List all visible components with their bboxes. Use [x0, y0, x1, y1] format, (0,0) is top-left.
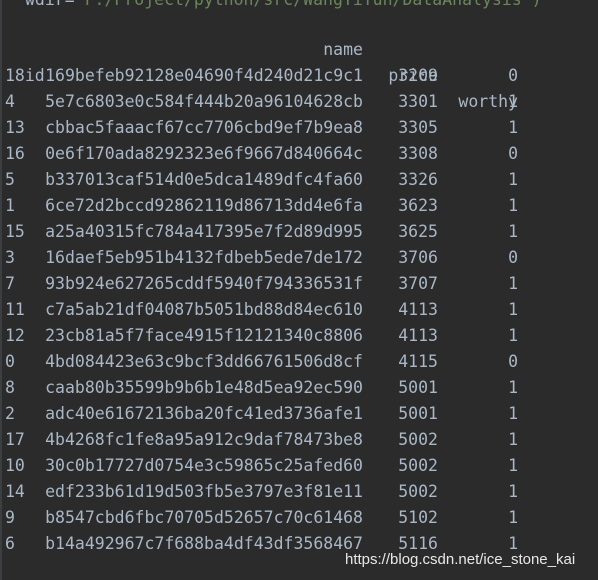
row-index: 4 — [5, 92, 15, 111]
row-name: 4b4268fc1fe8a95a912c9daf78473be8 — [45, 430, 363, 449]
row-index: 3 — [5, 248, 15, 267]
table-row: 13 cbbac5faaacf67cc7706cbd9ef7b9ea8 3305 1 — [5, 115, 595, 141]
row-worthy: 1 — [508, 170, 518, 189]
row-price: 4113 — [398, 300, 438, 319]
table-row: 15 a25a40315fc784a417395e7f2d89d995 3625 1 — [5, 219, 595, 245]
row-index: 0 — [5, 352, 15, 371]
row-name: 4bd084423e63c9bcf3dd66761506d8cf — [45, 352, 363, 371]
row-worthy: 1 — [508, 274, 518, 293]
row-index: 11 — [5, 300, 25, 319]
row-name: 6ce72d2bccd92862119d86713dd4e6fa — [45, 196, 363, 215]
row-index: 16 — [5, 144, 25, 163]
table-row: 5 b337013caf514d0e5dca1489dfc4fa60 3326 1 — [5, 167, 595, 193]
row-name: b14a492967c7f688ba4df43df3568467 — [45, 534, 363, 553]
row-index: 2 — [5, 404, 15, 423]
row-price: 5102 — [398, 508, 438, 527]
table-row: 7 93b924e627265cddf5940f794336531f 3707 1 — [5, 271, 595, 297]
row-name: 5e7c6803e0c584f444b20a96104628cb — [45, 92, 363, 111]
row-index: 15 — [5, 222, 25, 241]
table-row: 14 edf233b61d19d503fb5e3797e3f81e11 5002 1 — [5, 479, 595, 505]
table-row: 9 b8547cbd6fbc70705d52657c70c61468 5102 1 — [5, 505, 595, 531]
row-worthy: 1 — [508, 118, 518, 137]
row-name: 30c0b17727d0754e3c59865c25afed60 — [45, 456, 363, 475]
row-worthy: 1 — [508, 326, 518, 345]
row-worthy: 1 — [508, 92, 518, 111]
table-row: 3 16daef5eb951b4132fdbeb5ede7de172 3706 0 — [5, 245, 595, 271]
row-price: 5001 — [398, 378, 438, 397]
row-name: 0e6f170ada8292323e6f9667d840664c — [45, 144, 363, 163]
row-name: 16daef5eb951b4132fdbeb5ede7de172 — [45, 248, 363, 267]
row-index: 8 — [5, 378, 15, 397]
row-name: 169befeb92128e04690f4d240d21c9c1 — [45, 66, 363, 85]
row-worthy: 1 — [508, 222, 518, 241]
row-name: c7a5ab21df04087b5051bd88d84ec610 — [45, 300, 363, 319]
column-header-name: name — [323, 40, 363, 59]
row-worthy: 0 — [508, 144, 518, 163]
row-index: 9 — [5, 508, 15, 527]
table-row: 10 30c0b17727d0754e3c59865c25afed60 5002 1 — [5, 453, 595, 479]
row-price: 3706 — [398, 248, 438, 267]
row-price: 4115 — [398, 352, 438, 371]
table-row: 11 c7a5ab21df04087b5051bd88d84ec610 4113 1 — [5, 297, 595, 323]
row-worthy: 1 — [508, 378, 518, 397]
table-row: 18 169befeb92128e04690f4d240d21c9c1 3209 0 — [5, 63, 595, 89]
table-row: 4 5e7c6803e0c584f444b20a96104628cb 3301 1 — [5, 89, 595, 115]
row-price: 3623 — [398, 196, 438, 215]
console-gutter — [0, 0, 2, 580]
row-name: b8547cbd6fbc70705d52657c70c61468 — [45, 508, 363, 527]
row-index: 1 — [5, 196, 15, 215]
row-worthy: 1 — [508, 508, 518, 527]
command-path: 'F:/Project/python/src/WangYiYun/DataAna… — [75, 0, 542, 9]
table-row: 17 4b4268fc1fe8a95a912c9daf78473be8 5002 1 — [5, 427, 595, 453]
watermark: https://blog.csdn.net/ice_stone_kai — [345, 551, 576, 568]
row-worthy: 1 — [508, 482, 518, 501]
row-name: adc40e61672136ba20fc41ed3736afe1 — [45, 404, 363, 423]
row-name: edf233b61d19d503fb5e3797e3f81e11 — [45, 482, 363, 501]
row-index: 7 — [5, 274, 15, 293]
row-worthy: 1 — [508, 300, 518, 319]
index-header-row: id — [5, 37, 45, 85]
row-name: caab80b35599b9b6b1e48d5ea92ec590 — [45, 378, 363, 397]
row-price: 3209 — [398, 66, 438, 85]
row-price: 3625 — [398, 222, 438, 241]
table-row: 12 23cb81a5f7face4915f12121340c8806 4113 1 — [5, 323, 595, 349]
row-price: 4113 — [398, 326, 438, 345]
row-index: 5 — [5, 170, 15, 189]
row-worthy: 0 — [508, 248, 518, 267]
row-index: 12 — [5, 326, 25, 345]
row-worthy: 0 — [508, 352, 518, 371]
row-price: 5002 — [398, 456, 438, 475]
row-worthy: 1 — [508, 430, 518, 449]
table-row: 8 caab80b35599b9b6b1e48d5ea92ec590 5001 1 — [5, 375, 595, 401]
row-worthy: 1 — [508, 404, 518, 423]
row-price: 3707 — [398, 274, 438, 293]
column-header-row: name price worthy — [5, 11, 595, 111]
row-name: b337013caf514d0e5dca1489dfc4fa60 — [45, 170, 363, 189]
row-price: 5002 — [398, 430, 438, 449]
table-row: 16 0e6f170ada8292323e6f9667d840664c 3308 0 — [5, 141, 595, 167]
row-worthy: 0 — [508, 66, 518, 85]
row-price: 3301 — [398, 92, 438, 111]
row-worthy: 1 — [508, 456, 518, 475]
row-index: 17 — [5, 430, 25, 449]
row-index: 18 — [5, 66, 25, 85]
table-row: 2 adc40e61672136ba20fc41ed3736afe1 5001 1 — [5, 401, 595, 427]
table-row: 1 6ce72d2bccd92862119d86713dd4e6fa 3623 1 — [5, 193, 595, 219]
row-index: 6 — [5, 534, 15, 553]
row-index: 13 — [5, 118, 25, 137]
row-price: 3308 — [398, 144, 438, 163]
table-row: 0 4bd084423e63c9bcf3dd66761506d8cf 4115 0 — [5, 349, 595, 375]
row-name: cbbac5faaacf67cc7706cbd9ef7b9ea8 — [45, 118, 363, 137]
row-index: 10 — [5, 456, 25, 475]
row-price: 5001 — [398, 404, 438, 423]
row-index: 14 — [5, 482, 25, 501]
row-name: 23cb81a5f7face4915f12121340c8806 — [45, 326, 363, 345]
row-name: 93b924e627265cddf5940f794336531f — [45, 274, 363, 293]
command-prefix: wdir= — [25, 0, 75, 9]
row-worthy: 1 — [508, 196, 518, 215]
row-name: a25a40315fc784a417395e7f2d89d995 — [45, 222, 363, 241]
row-price: 3305 — [398, 118, 438, 137]
row-price: 3326 — [398, 170, 438, 189]
row-price: 5002 — [398, 482, 438, 501]
